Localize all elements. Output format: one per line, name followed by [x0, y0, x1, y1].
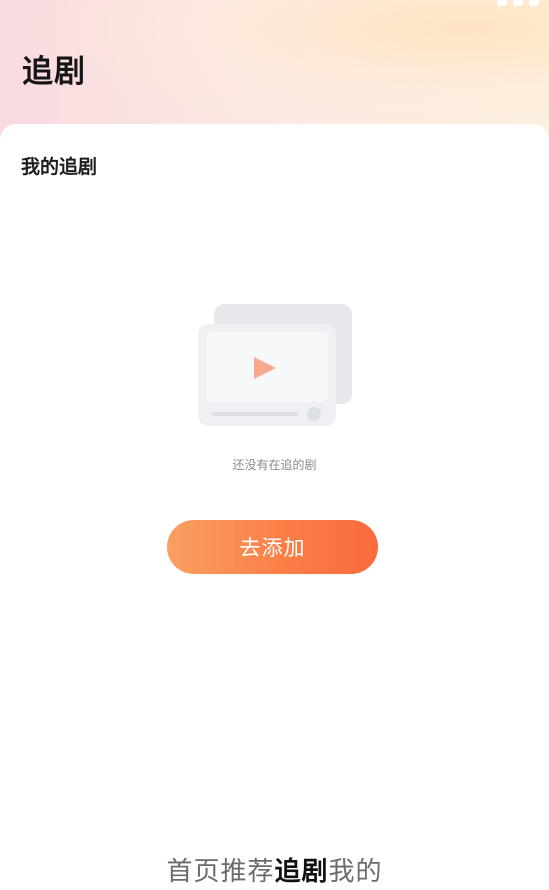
- tab-home[interactable]: 首页: [166, 851, 220, 888]
- page-title: 追剧: [22, 54, 86, 90]
- tab-recommend[interactable]: 推荐: [220, 851, 274, 888]
- page: 追剧 我的追剧 还没有在追的剧 去添加 首页 推荐 追剧 我的: [0, 0, 549, 890]
- tab-following[interactable]: 追剧: [275, 851, 329, 888]
- wifi-icon: [513, 0, 523, 6]
- add-drama-button[interactable]: 去添加: [167, 520, 378, 574]
- bottom-tab-bar: 首页 推荐 追剧 我的: [0, 848, 549, 890]
- status-bar: [479, 0, 539, 10]
- signal-icon: [497, 0, 507, 6]
- section-title: 我的追剧: [21, 156, 98, 178]
- progress-knob: [307, 407, 321, 421]
- video-play-icon: [198, 304, 352, 426]
- progress-track: [212, 412, 298, 416]
- empty-message: 还没有在追的剧: [232, 458, 317, 472]
- tab-mine[interactable]: 我的: [329, 851, 383, 888]
- battery-icon: [529, 0, 539, 6]
- my-dramas-card: 我的追剧 还没有在追的剧 去添加: [0, 124, 549, 890]
